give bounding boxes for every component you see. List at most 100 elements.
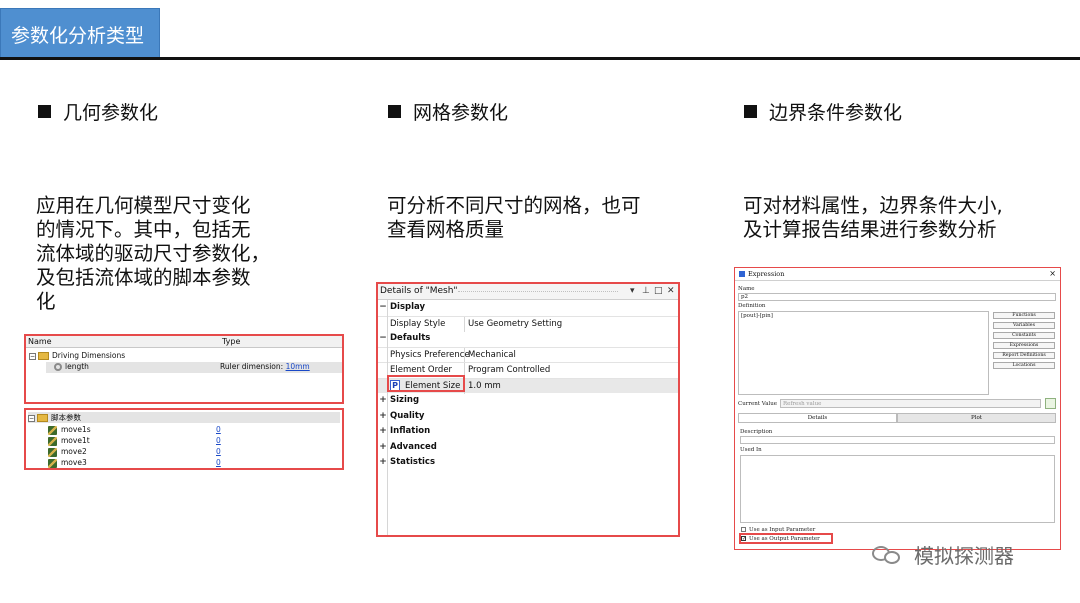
- close-icon[interactable]: ×: [1049, 268, 1056, 280]
- collapse-icon[interactable]: −: [379, 331, 387, 346]
- functions-button[interactable]: Functions: [993, 312, 1055, 319]
- wechat-icon: [872, 544, 904, 566]
- desc-line: 及计算报告结果进行参数分析: [743, 218, 997, 241]
- dimension-icon: [54, 363, 62, 371]
- tab-details[interactable]: Details: [738, 413, 897, 423]
- row-value[interactable]: Use Geometry Setting: [467, 317, 562, 332]
- collapse-icon[interactable]: −: [28, 414, 35, 422]
- tree-row-length[interactable]: length Ruler dimension: 10mm: [46, 362, 342, 373]
- item-value-link[interactable]: 0: [216, 447, 221, 456]
- desc-boundary: 可对材料属性，边界条件大小, 及计算报告结果进行参数分析: [743, 194, 1003, 242]
- tree-group-script[interactable]: − 脚本参数: [28, 412, 340, 423]
- heading-mesh-text: 网格参数化: [413, 102, 509, 124]
- use-output-label: Use as Output Parameter: [749, 536, 820, 542]
- checkbox-checked-icon[interactable]: ✓: [741, 536, 746, 542]
- locations-button[interactable]: Locations: [993, 362, 1055, 369]
- mesh-section-row[interactable]: + Quality: [378, 409, 678, 424]
- dropdown-icon[interactable]: ▾: [630, 284, 635, 299]
- used-in-list: [740, 455, 1055, 523]
- definition-label: Definition: [738, 303, 766, 309]
- current-value-label: Current Value: [738, 401, 778, 407]
- bullet-square-icon: [38, 105, 51, 118]
- item-value-link[interactable]: 0: [216, 458, 221, 467]
- mesh-section-row[interactable]: + Sizing: [378, 393, 678, 408]
- item-value-link[interactable]: 0: [216, 425, 221, 434]
- mesh-details-panel: Details of "Mesh" ▾ ⊥ □ ✕ − Display Displa…: [376, 282, 680, 537]
- pin-icon[interactable]: ⊥: [642, 284, 650, 299]
- script-icon: [48, 436, 57, 446]
- desc-line: 可分析不同尺寸的网格，也可: [387, 194, 641, 217]
- desc-line: 的情况下。其中，包括无: [36, 218, 251, 241]
- item-value-link[interactable]: 10mm: [286, 362, 310, 371]
- definition-value: [pout]-[pin]: [741, 313, 773, 319]
- column-divider: [464, 347, 465, 363]
- tab-plot[interactable]: Plot: [897, 413, 1056, 423]
- mesh-details-titlebar: Details of "Mesh" ▾ ⊥ □ ✕: [378, 284, 678, 300]
- expand-icon[interactable]: +: [379, 440, 387, 455]
- mesh-section-row[interactable]: − Defaults: [378, 331, 678, 346]
- tree-row-move3[interactable]: move3: [48, 458, 87, 468]
- tree-group-driving[interactable]: − Driving Dimensions: [29, 351, 125, 360]
- tree-row-move2[interactable]: move2: [48, 447, 87, 457]
- used-in-label: Used In: [740, 447, 762, 453]
- report-definitions-button[interactable]: Report Definitions: [993, 352, 1055, 359]
- heading-boundary-text: 边界条件参数化: [769, 102, 903, 124]
- mesh-property-row[interactable]: Display Style Use Geometry Setting: [378, 315, 678, 332]
- row-value[interactable]: Program Controlled: [467, 363, 550, 378]
- item-name: move3: [61, 458, 87, 467]
- row-label: Defaults: [390, 333, 431, 343]
- desc-line: 查看网格质量: [387, 218, 505, 241]
- name-label: Name: [738, 286, 755, 292]
- item-type-text: Ruler dimension:: [220, 362, 286, 371]
- row-label: Display: [390, 302, 426, 312]
- heading-geometry-text: 几何参数化: [63, 102, 159, 124]
- mesh-property-row[interactable]: Physics Preference Mechanical: [378, 346, 678, 363]
- definition-textarea[interactable]: [pout]-[pin]: [738, 311, 989, 395]
- item-value-link[interactable]: 0: [216, 436, 221, 445]
- desc-line: 流体域的驱动尺寸参数化，: [36, 242, 271, 265]
- expand-icon[interactable]: +: [379, 455, 387, 470]
- current-value-field: Refresh value: [780, 399, 1041, 408]
- mesh-section-row[interactable]: − Display: [378, 300, 678, 315]
- collapse-icon[interactable]: −: [29, 352, 36, 360]
- row-label: Advanced: [390, 441, 437, 452]
- expand-icon[interactable]: +: [379, 409, 387, 424]
- maximize-icon[interactable]: □: [654, 284, 663, 299]
- bullet-square-icon: [388, 105, 401, 118]
- item-name: move1s: [61, 425, 91, 434]
- mesh-section-row[interactable]: + Statistics: [378, 455, 678, 470]
- app-icon: [739, 271, 745, 277]
- refresh-icon[interactable]: [1045, 398, 1056, 409]
- item-name: move2: [61, 447, 87, 456]
- desc-line: 应用在几何模型尺寸变化: [36, 194, 251, 217]
- expand-icon[interactable]: +: [379, 393, 387, 408]
- row-value[interactable]: 1.0 mm: [467, 379, 501, 394]
- script-icon: [48, 447, 57, 457]
- tree-row-move1s[interactable]: move1s: [48, 425, 91, 435]
- group-label: 脚本参数: [51, 413, 81, 422]
- row-label: Physics Preference: [390, 349, 470, 360]
- name-input[interactable]: p2: [738, 293, 1056, 301]
- driving-dimensions-panel: Name Type − Driving Dimensions length Rul…: [24, 334, 344, 404]
- variables-button[interactable]: Variables: [993, 322, 1055, 329]
- collapse-icon[interactable]: −: [379, 300, 387, 315]
- watermark: 模拟探测器: [872, 540, 1014, 569]
- mesh-section-row[interactable]: + Inflation: [378, 424, 678, 439]
- use-output-checkbox[interactable]: ✓ Use as Output Parameter: [741, 536, 820, 542]
- col-name: Name: [28, 337, 52, 346]
- expressions-button[interactable]: Expressions: [993, 342, 1055, 349]
- description-input[interactable]: [740, 436, 1055, 444]
- mesh-section-row[interactable]: + Advanced: [378, 440, 678, 455]
- expand-icon[interactable]: +: [379, 424, 387, 439]
- expression-titlebar: Expression ×: [735, 268, 1060, 281]
- constants-button[interactable]: Constants: [993, 332, 1055, 339]
- tree-row-move1t[interactable]: move1t: [48, 436, 90, 446]
- row-value[interactable]: Mechanical: [467, 348, 516, 363]
- mesh-details-title: Details of "Mesh": [380, 286, 458, 296]
- checkbox-icon[interactable]: [741, 527, 746, 532]
- description-label: Description: [740, 429, 773, 435]
- desc-line: 及包括流体域的脚本参数: [36, 266, 251, 289]
- title-grip: [458, 291, 618, 292]
- close-icon[interactable]: ✕: [667, 284, 675, 299]
- name-value: p2: [741, 294, 749, 300]
